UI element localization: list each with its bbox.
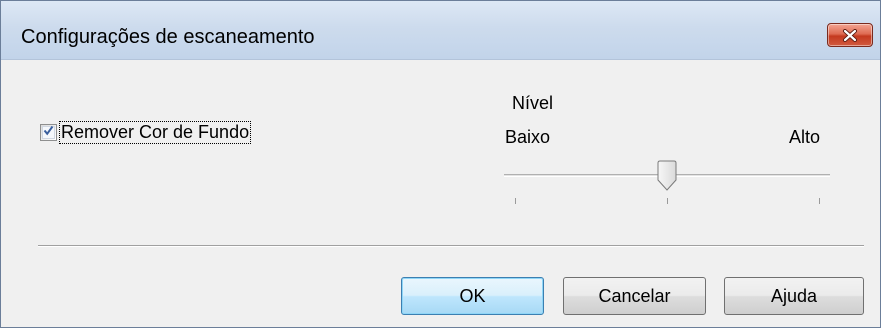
- cancel-button[interactable]: Cancelar: [563, 277, 706, 315]
- close-icon: [842, 28, 858, 42]
- slider-tick: [819, 198, 820, 204]
- close-button[interactable]: [827, 23, 873, 47]
- low-label: Baixo: [505, 127, 551, 147]
- ok-button[interactable]: OK: [401, 277, 544, 315]
- window-title: Configurações de escaneamento: [21, 26, 315, 48]
- checkmark-icon: [43, 123, 54, 141]
- remove-background-checkbox[interactable]: [40, 123, 57, 141]
- help-button[interactable]: Ajuda: [724, 277, 864, 315]
- remove-background-option[interactable]: Remover Cor de Fundo: [40, 120, 252, 144]
- separator: [38, 245, 864, 247]
- slider-tick: [667, 198, 668, 204]
- slider-tick: [515, 198, 516, 204]
- title-bar[interactable]: Configurações de escaneamento: [1, 1, 880, 60]
- slider-thumb[interactable]: [656, 160, 678, 192]
- level-slider[interactable]: [504, 160, 830, 210]
- high-label: Alto: [789, 127, 821, 147]
- dialog-content: Remover Cor de Fundo Nível Baixo Alto OK…: [1, 60, 880, 327]
- remove-background-label: Remover Cor de Fundo: [58, 120, 252, 144]
- level-label: Nível: [512, 93, 554, 113]
- scan-settings-dialog: Configurações de escaneamento Remover Co…: [0, 0, 881, 328]
